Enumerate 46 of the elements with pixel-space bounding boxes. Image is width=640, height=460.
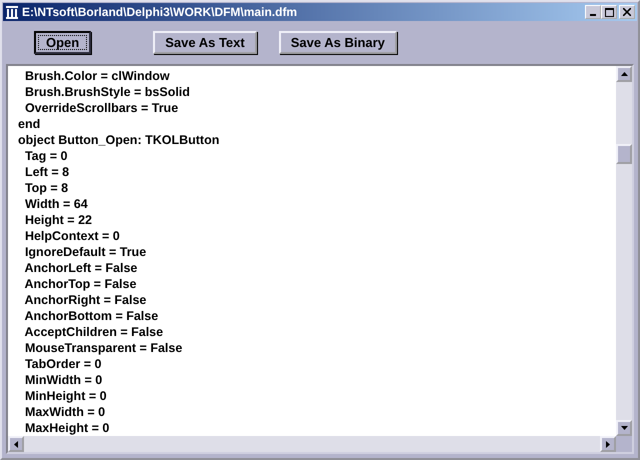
toolbar-button[interactable]: Open (34, 30, 92, 54)
code-line: HelpContext = 0 (24, 228, 121, 244)
scroll-left-button[interactable] (8, 436, 24, 452)
code-line: Width = 64 (24, 196, 89, 212)
vertical-scrollbar[interactable] (616, 66, 632, 436)
minimize-button[interactable] (585, 5, 601, 19)
close-icon (623, 8, 631, 16)
code-line: Brush.Color = clWindow (24, 68, 171, 84)
code-line: MaxWidth = 0 (24, 404, 106, 420)
maximize-icon (604, 8, 614, 16)
toolbar-button[interactable]: Save As Binary (278, 30, 397, 54)
up-arrow-icon (620, 72, 628, 76)
code-line: object Button_Open: TKOLButton (18, 132, 220, 148)
code-line: MinHeight = 0 (24, 388, 108, 404)
code-line: IgnoreDefault = True (24, 244, 148, 260)
horizontal-scrollbar[interactable] (8, 436, 616, 452)
right-arrow-icon (606, 440, 610, 448)
code-line: MinWidth = 0 (24, 372, 104, 388)
code-line: AnchorTop = False (23, 276, 138, 292)
code-line: OverrideScrollbars = True (24, 100, 180, 116)
code-line: AnchorBottom = False (23, 308, 160, 324)
code-line: TabOrder = 0 (24, 356, 102, 372)
code-line: MouseTransparent = False (24, 340, 184, 356)
window-title: E:\NTsoft\Borland\Delphi3\WORK\DFM\main.dfm (22, 5, 298, 19)
code-line: Height = 22 (24, 212, 93, 228)
code-line: Brush.BrushStyle = bsSolid (24, 84, 191, 100)
scroll-down-button[interactable] (616, 420, 632, 436)
scroll-thumb[interactable] (616, 144, 632, 164)
app-icon (5, 5, 19, 19)
left-arrow-icon (14, 440, 18, 448)
maximize-button[interactable] (601, 5, 617, 19)
code-line: MaxHeight = 0 (24, 420, 110, 436)
code-line: AcceptChildren = False (23, 324, 164, 340)
code-line: Tag = 0 (24, 148, 68, 164)
text-editor[interactable] (6, 64, 634, 454)
toolbar-button[interactable]: Save As Text (153, 30, 257, 54)
code-line: end (18, 116, 42, 132)
code-line: AnchorLeft = False (23, 260, 138, 276)
code-line: Left = 8 (24, 164, 70, 180)
code-line: AnchorRight = False (23, 292, 148, 308)
close-button[interactable] (619, 5, 635, 19)
code-line: Top = 8 (24, 180, 70, 196)
down-arrow-icon (620, 426, 628, 430)
scroll-right-button[interactable] (600, 436, 616, 452)
size-grip[interactable] (616, 436, 632, 452)
scroll-up-button[interactable] (616, 66, 632, 82)
